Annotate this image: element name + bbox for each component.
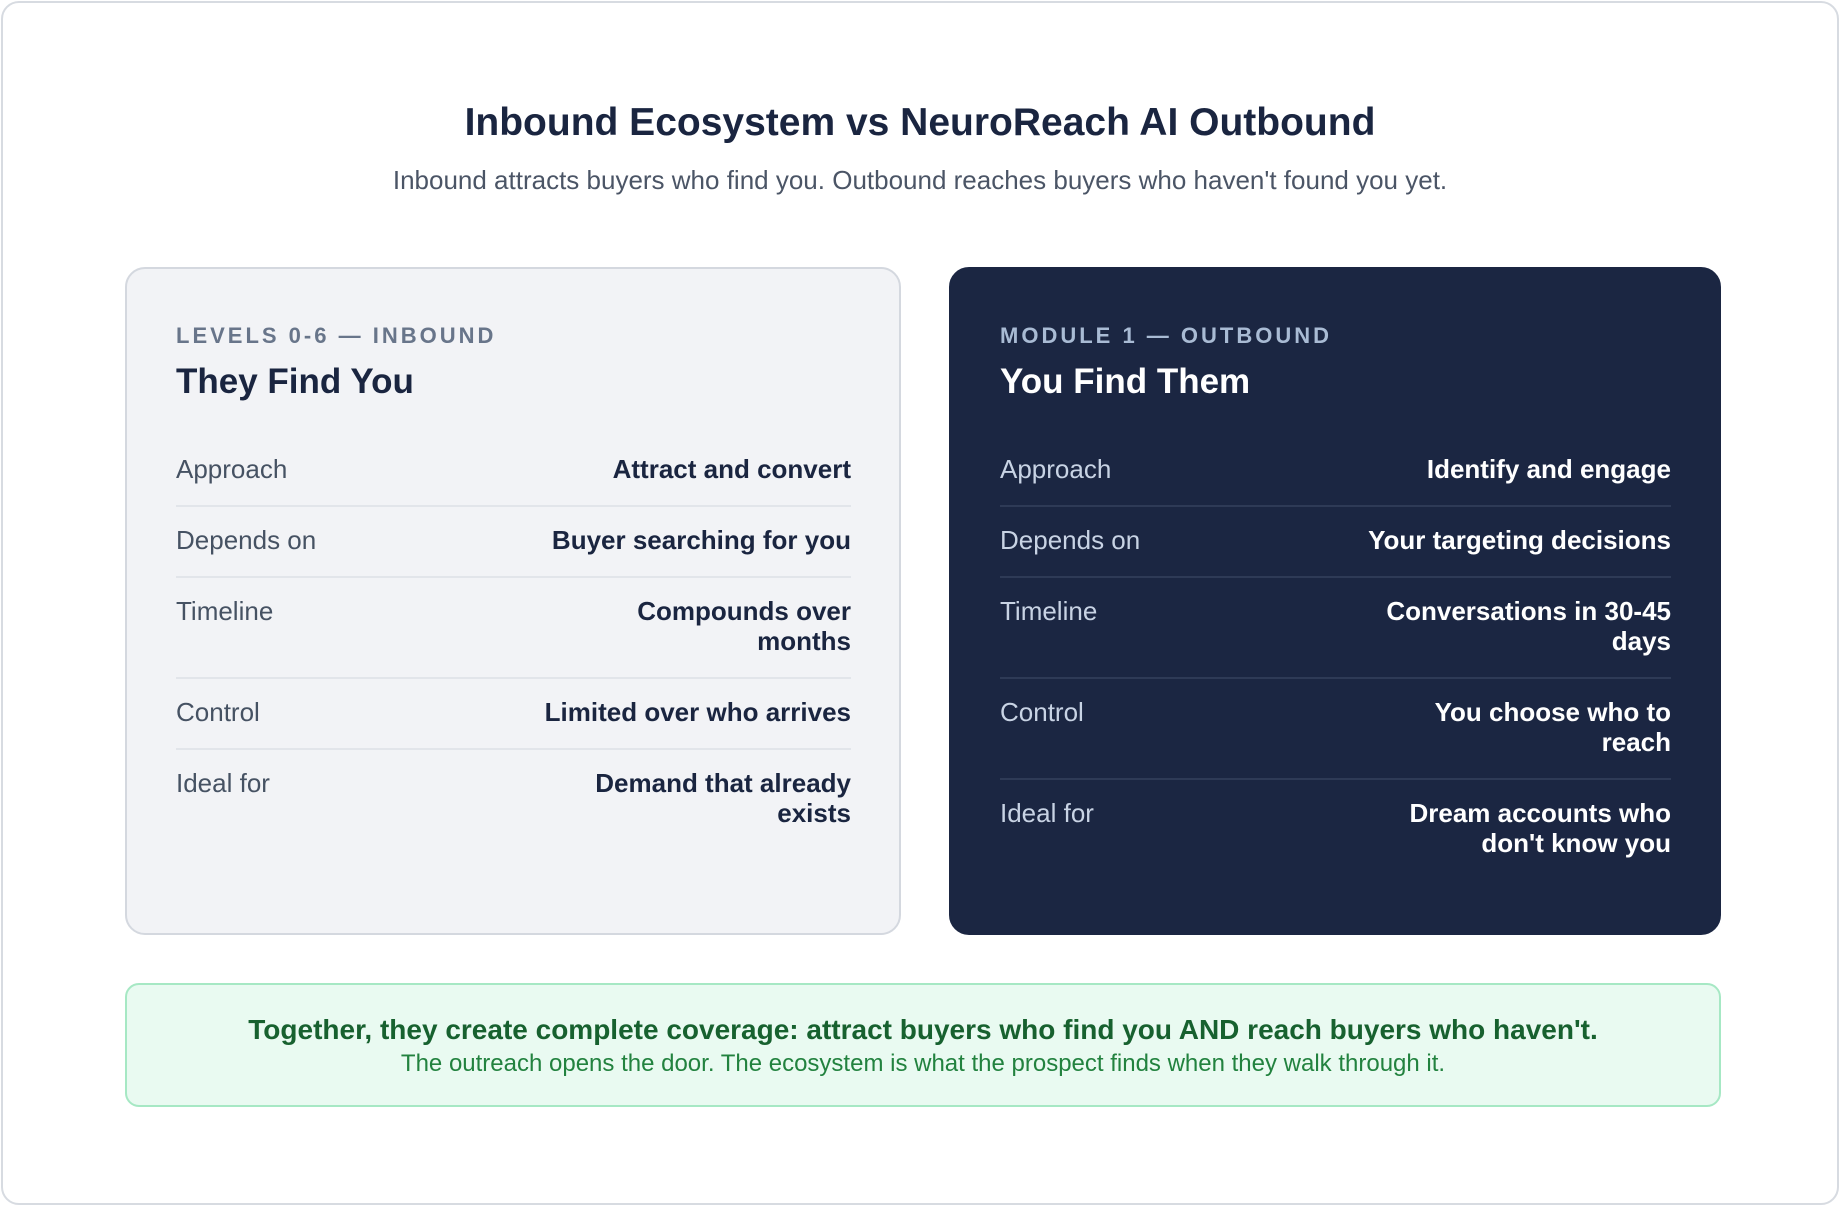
- inbound-row-ideal-for: Ideal for Demand that already exists: [176, 747, 851, 849]
- page-frame: Inbound Ecosystem vs NeuroReach AI Outbo…: [1, 1, 1839, 1205]
- row-label: Ideal for: [176, 767, 270, 798]
- row-value: Attract and convert: [612, 453, 851, 484]
- row-value: Limited over who arrives: [544, 696, 851, 727]
- outbound-card: MODULE 1 — OUTBOUND You Find Them Approa…: [949, 267, 1721, 935]
- row-label: Timeline: [176, 595, 274, 626]
- row-label: Depends on: [1000, 524, 1141, 555]
- page-subtitle: Inbound attracts buyers who find you. Ou…: [392, 165, 1448, 195]
- outbound-row-approach: Approach Identify and engage: [1000, 436, 1671, 505]
- outbound-title: You Find Them: [1000, 362, 1251, 401]
- row-value: Demand that already exists: [595, 767, 851, 828]
- row-label: Timeline: [1000, 595, 1098, 626]
- inbound-row-control: Control Limited over who arrives: [176, 676, 851, 748]
- inbound-row-timeline: Timeline Compounds over months: [176, 575, 851, 677]
- row-value: Buyer searching for you: [551, 524, 851, 555]
- row-value: Identify and engage: [1426, 453, 1671, 484]
- banner-subtext: The outreach opens the door. The ecosyst…: [400, 1049, 1446, 1077]
- row-label: Depends on: [176, 524, 317, 555]
- inbound-rows: Approach Attract and convert Depends on …: [176, 436, 851, 849]
- outbound-row-ideal-for: Ideal for Dream accounts who don't know …: [1000, 777, 1671, 879]
- inbound-row-approach: Approach Attract and convert: [176, 436, 851, 505]
- outbound-row-depends-on: Depends on Your targeting decisions: [1000, 504, 1671, 576]
- inbound-title: They Find You: [176, 362, 414, 401]
- outbound-row-control: Control You choose who to reach: [1000, 676, 1671, 778]
- row-label: Approach: [1000, 453, 1112, 484]
- row-label: Control: [1000, 696, 1084, 727]
- row-value: You choose who to reach: [1434, 696, 1671, 757]
- banner-headline: Together, they create complete coverage:…: [248, 1014, 1598, 1045]
- inbound-card: LEVELS 0-6 — INBOUND They Find You Appro…: [125, 267, 901, 935]
- row-label: Ideal for: [1000, 797, 1094, 828]
- outbound-row-timeline: Timeline Conversations in 30-45 days: [1000, 575, 1671, 677]
- row-value: Your targeting decisions: [1368, 524, 1671, 555]
- row-value: Compounds over months: [637, 595, 851, 656]
- row-label: Control: [176, 696, 260, 727]
- outbound-eyebrow: MODULE 1 — OUTBOUND: [1000, 323, 1332, 348]
- page-title: Inbound Ecosystem vs NeuroReach AI Outbo…: [464, 101, 1376, 144]
- inbound-eyebrow: LEVELS 0-6 — INBOUND: [176, 323, 497, 348]
- coverage-banner: Together, they create complete coverage:…: [125, 983, 1721, 1107]
- inbound-row-depends-on: Depends on Buyer searching for you: [176, 504, 851, 576]
- row-value: Dream accounts who don't know you: [1409, 797, 1671, 858]
- outbound-rows: Approach Identify and engage Depends on …: [1000, 436, 1671, 879]
- row-label: Approach: [176, 453, 288, 484]
- row-value: Conversations in 30-45 days: [1386, 595, 1671, 656]
